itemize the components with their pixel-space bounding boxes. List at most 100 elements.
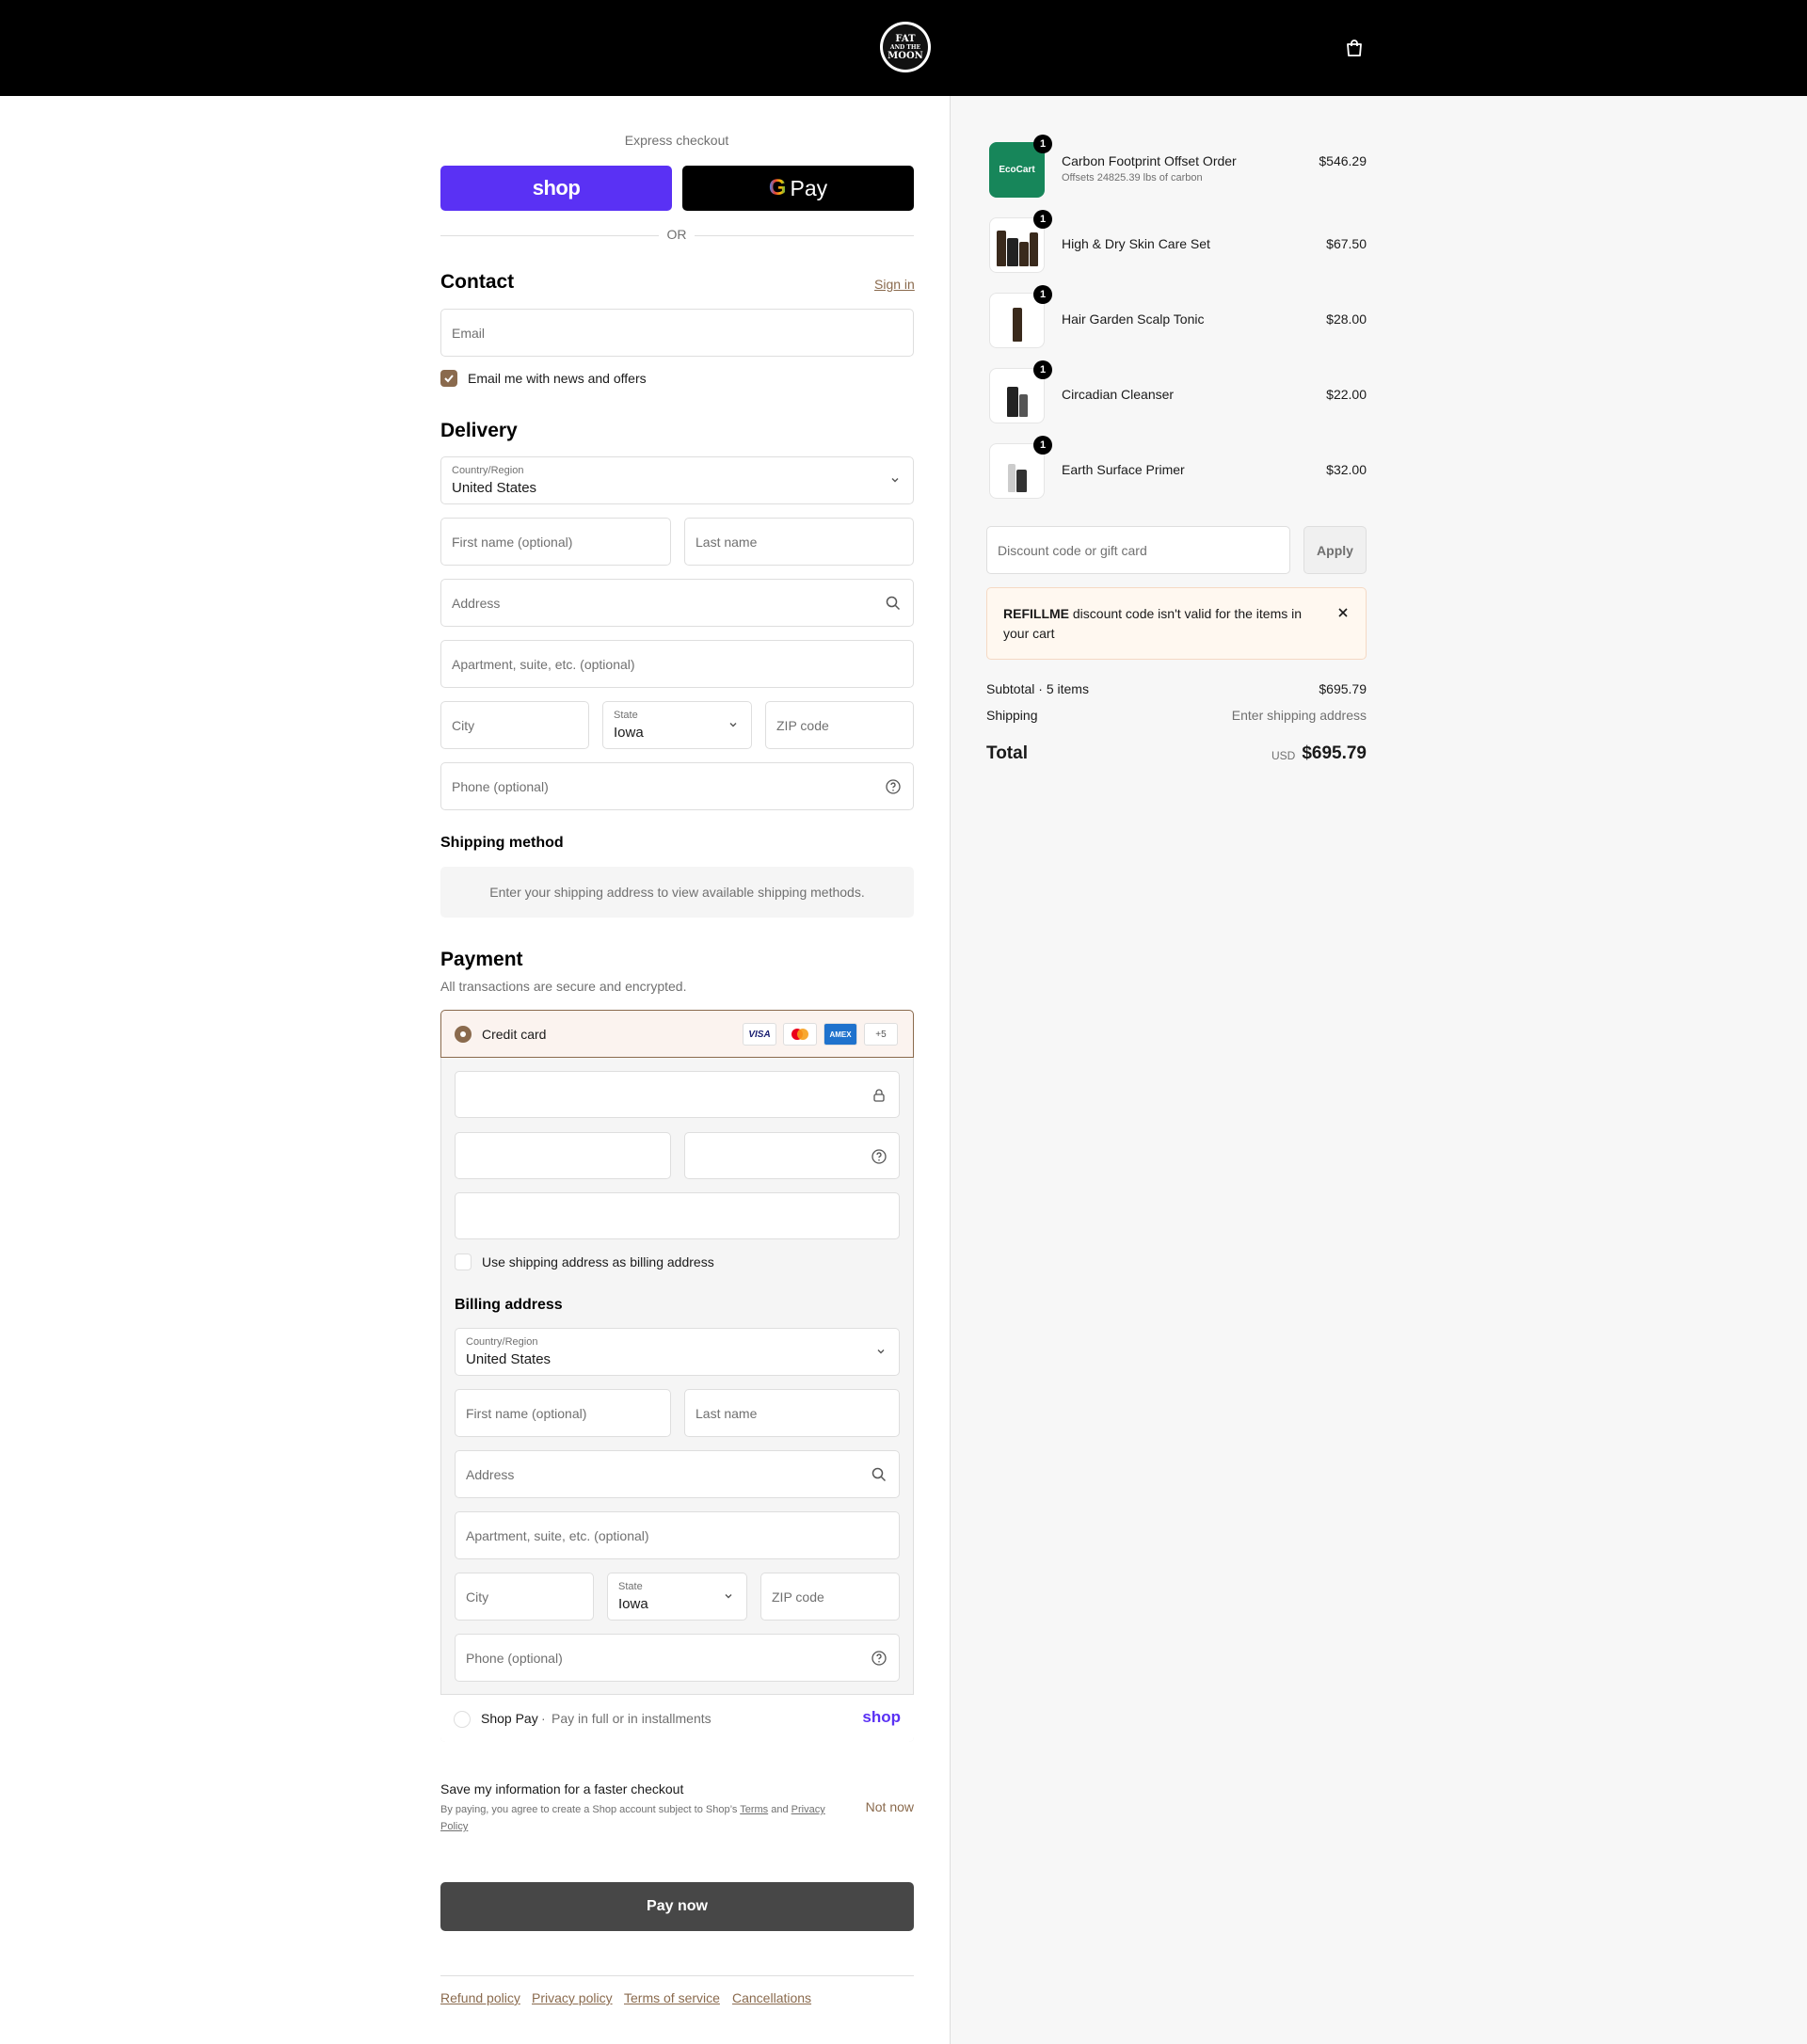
chevron-down-icon <box>725 1594 732 1599</box>
product-image <box>990 369 1044 423</box>
last-name-field[interactable]: Last name <box>684 518 914 566</box>
subtotal-value: $695.79 <box>1319 681 1367 696</box>
card-number-field[interactable] <box>455 1071 900 1118</box>
item-name: Earth Surface Primer <box>1062 462 1185 477</box>
help-icon[interactable] <box>871 1148 888 1165</box>
state-value: Iowa <box>614 725 644 741</box>
billing-state-select[interactable]: State Iowa <box>607 1573 747 1621</box>
name-on-card-field[interactable] <box>455 1192 900 1239</box>
privacy-policy-link[interactable]: Privacy policy <box>532 1990 613 2005</box>
apartment-field[interactable]: Apartment, suite, etc. (optional) <box>440 640 914 688</box>
shop-terms-link[interactable]: Terms <box>740 1804 768 1815</box>
billing-first-name-field[interactable]: First name (optional) <box>455 1389 671 1437</box>
help-icon[interactable] <box>871 1650 888 1667</box>
shipping-label: Shipping <box>986 708 1038 723</box>
state-label: State <box>614 710 638 721</box>
quantity-badge: 1 <box>1033 135 1052 153</box>
save-info-prefix: By paying, you agree to create a Shop ac… <box>440 1804 738 1815</box>
shop-pay-express-button[interactable]: shop <box>440 166 672 211</box>
mastercard-circles <box>792 1029 808 1040</box>
close-icon[interactable] <box>1336 606 1350 619</box>
discount-placeholder: Discount code or gift card <box>998 543 1147 558</box>
newsletter-checkbox[interactable] <box>440 370 457 387</box>
not-now-button[interactable]: Not now <box>866 1799 914 1814</box>
google-g-icon: G <box>768 175 787 200</box>
total-label: Total <box>986 743 1028 763</box>
billing-zip-field[interactable]: ZIP code <box>760 1573 900 1621</box>
country-select[interactable]: Country/Region United States <box>440 456 914 504</box>
shipping-value: Enter shipping address <box>1231 708 1367 723</box>
country-label: Country/Region <box>452 465 524 476</box>
billing-phone-field[interactable]: Phone (optional) <box>455 1634 900 1682</box>
currency-code: USD <box>1271 749 1296 762</box>
refund-policy-link[interactable]: Refund policy <box>440 1990 520 2005</box>
google-pay-button[interactable]: G Pay <box>682 166 914 211</box>
item-price: $32.00 <box>1326 462 1367 477</box>
email-placeholder: Email <box>452 326 486 341</box>
footer-divider <box>440 1975 914 1976</box>
apartment-placeholder: Apartment, suite, etc. (optional) <box>452 657 635 672</box>
newsletter-label: Email me with news and offers <box>468 371 647 386</box>
subtotal-label: Subtotal · 5 items <box>986 681 1089 696</box>
shop-pay-logo: shop <box>532 176 581 200</box>
credit-card-label: Credit card <box>482 1027 547 1042</box>
shop-pay-option[interactable]: Shop Pay · Pay in full or in installment… <box>440 1694 914 1742</box>
use-shipping-as-billing-checkbox[interactable] <box>455 1254 472 1270</box>
billing-address-placeholder: Address <box>466 1467 515 1482</box>
email-field[interactable]: Email <box>440 309 914 357</box>
shop-pay-label: Shop Pay <box>481 1711 538 1726</box>
billing-zip-placeholder: ZIP code <box>772 1589 824 1605</box>
delivery-heading: Delivery <box>440 420 518 441</box>
item-name: Hair Garden Scalp Tonic <box>1062 311 1205 327</box>
address-field[interactable]: Address <box>440 579 914 627</box>
shop-pay-logo: shop <box>862 1708 901 1726</box>
security-code-field[interactable] <box>684 1132 900 1179</box>
item-subtitle: Offsets 24825.39 lbs of carbon <box>1062 172 1203 184</box>
pay-now-button[interactable]: Pay now <box>440 1882 914 1931</box>
discount-error-alert: REFILLME discount code isn't valid for t… <box>986 587 1367 660</box>
shipping-method-heading: Shipping method <box>440 835 564 851</box>
more-cards-badge: +5 <box>864 1023 898 1046</box>
search-icon <box>886 596 901 611</box>
billing-apartment-field[interactable]: Apartment, suite, etc. (optional) <box>455 1511 900 1559</box>
expiration-date-field[interactable] <box>455 1132 671 1179</box>
sign-in-link[interactable]: Sign in <box>874 277 915 292</box>
item-name: Circadian Cleanser <box>1062 387 1175 402</box>
store-logo[interactable]: FAT AND THE MOON <box>880 22 931 72</box>
shopping-bag-icon[interactable] <box>1344 38 1365 58</box>
credit-card-radio[interactable] <box>455 1026 472 1043</box>
state-select[interactable]: State Iowa <box>602 701 752 749</box>
billing-phone-placeholder: Phone (optional) <box>466 1651 563 1666</box>
item-name: High & Dry Skin Care Set <box>1062 236 1210 251</box>
billing-last-name-field[interactable]: Last name <box>684 1389 900 1437</box>
first-name-field[interactable]: First name (optional) <box>440 518 671 566</box>
discount-code-field[interactable]: Discount code or gift card <box>986 526 1290 574</box>
use-shipping-as-billing-label: Use shipping address as billing address <box>482 1254 714 1270</box>
billing-apartment-placeholder: Apartment, suite, etc. (optional) <box>466 1528 649 1543</box>
billing-state-value: Iowa <box>618 1596 648 1612</box>
zip-field[interactable]: ZIP code <box>765 701 914 749</box>
chevron-down-icon <box>877 1349 885 1354</box>
billing-address-field[interactable]: Address <box>455 1450 900 1498</box>
logo-text-line-3: MOON <box>888 50 923 61</box>
item-name: Carbon Footprint Offset Order <box>1062 153 1237 168</box>
city-field[interactable]: City <box>440 701 589 749</box>
shop-pay-radio[interactable] <box>454 1711 471 1728</box>
contact-heading: Contact <box>440 271 515 293</box>
last-name-placeholder: Last name <box>696 535 758 550</box>
phone-field[interactable]: Phone (optional) <box>440 762 914 810</box>
cancellations-link[interactable]: Cancellations <box>732 1990 811 2005</box>
help-icon[interactable] <box>885 778 902 795</box>
item-price: $67.50 <box>1326 236 1367 251</box>
payment-subtitle: All transactions are secure and encrypte… <box>440 979 687 994</box>
zip-placeholder: ZIP code <box>776 718 829 733</box>
apply-discount-button[interactable]: Apply <box>1303 526 1367 574</box>
first-name-placeholder: First name (optional) <box>452 535 573 550</box>
billing-country-select[interactable]: Country/Region United States <box>455 1328 900 1376</box>
billing-state-label: State <box>618 1581 643 1592</box>
google-pay-label: Pay <box>790 175 828 200</box>
logo-text-line-1: FAT <box>895 33 916 44</box>
billing-city-field[interactable]: City <box>455 1573 594 1621</box>
terms-of-service-link[interactable]: Terms of service <box>624 1990 720 2005</box>
shop-pay-description: Pay in full or in installments <box>552 1711 712 1726</box>
